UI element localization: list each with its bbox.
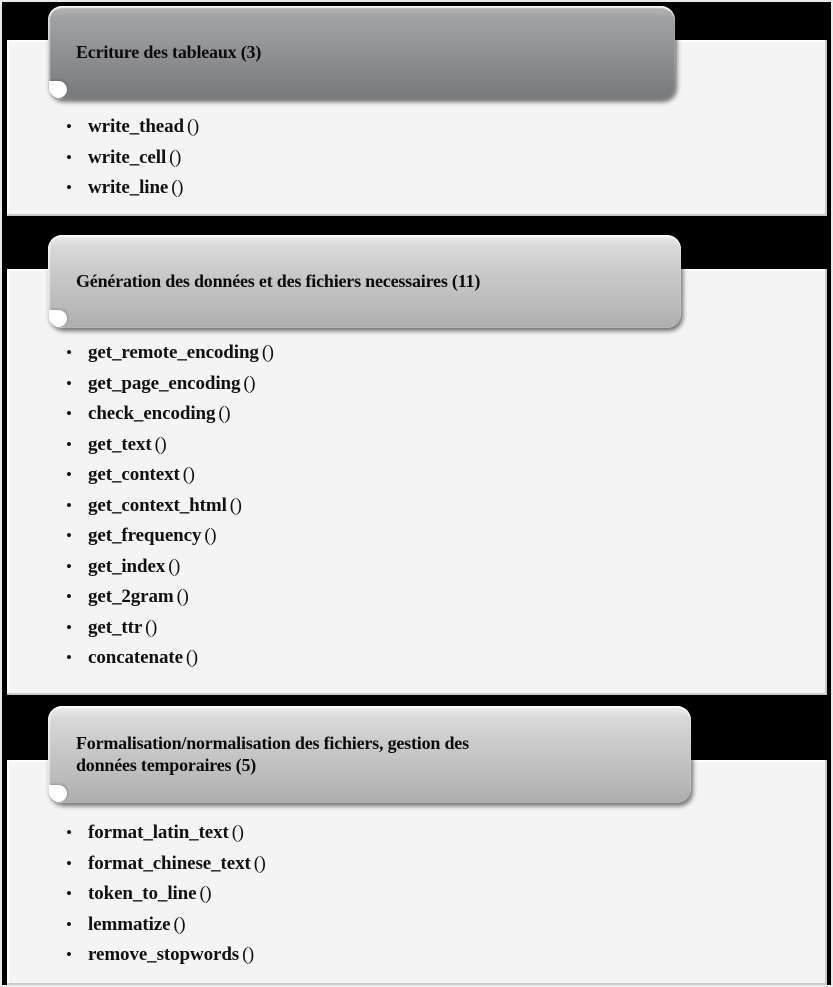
bullet-icon: •: [66, 945, 72, 964]
function-parens: (): [242, 944, 254, 965]
bullet-icon: •: [66, 556, 72, 576]
function-parens: (): [173, 913, 186, 935]
function-name: format_latin_text: [88, 822, 229, 843]
function-list-item: • get_2gram(): [66, 582, 273, 613]
function-name: get_text: [88, 433, 152, 455]
bullet-icon: •: [66, 465, 72, 484]
function-name: get_page_encoding: [88, 372, 241, 394]
function-list-item: • format_latin_text(): [66, 818, 265, 849]
bullet-icon: •: [66, 914, 72, 934]
slide-canvas: Ecriture des tableaux (3) • write_thead()…: [0, 0, 833, 987]
function-parens: (): [261, 342, 274, 363]
function-parens: (): [169, 146, 181, 168]
function-list-item: • get_text(): [66, 430, 273, 461]
function-parens: (): [182, 464, 195, 485]
function-list-item: • write_line(): [66, 173, 199, 204]
function-name: format_chinese_text: [88, 852, 251, 874]
function-name: write_line: [88, 177, 169, 198]
function-parens: (): [229, 494, 242, 516]
panel-header-badge[interactable]: Formalisation/normalisation des fichiers…: [48, 706, 691, 803]
function-list-item: • get_context(): [66, 460, 273, 491]
panel-header-badge[interactable]: Ecriture des tableaux (3): [48, 6, 675, 99]
function-list-item: • concatenate(): [66, 643, 273, 674]
bullet-icon: •: [66, 343, 72, 362]
function-list-item: • check_encoding(): [66, 399, 273, 430]
function-list-item: • write_thead(): [66, 112, 199, 143]
function-parens: (): [154, 433, 167, 455]
bullet-icon: •: [66, 648, 72, 667]
panel-title: Génération des données et des fichiers n…: [76, 270, 481, 291]
function-list-item: • token_to_line(): [66, 879, 265, 910]
function-name: write_thead: [88, 116, 184, 137]
function-name: get_ttr: [88, 616, 143, 638]
bullet-icon: •: [66, 884, 72, 903]
function-name: get_2gram: [88, 586, 174, 607]
function-list: • format_latin_text() • format_chinese_text…: [66, 818, 266, 971]
function-list-item: • remove_stopwords(): [66, 940, 265, 971]
function-name: write_cell: [88, 146, 167, 168]
function-parens: (): [253, 852, 266, 874]
function-parens: (): [185, 647, 198, 668]
bullet-icon: •: [66, 587, 72, 606]
function-list-item: • get_context_html(): [66, 491, 273, 522]
function-name: check_encoding: [88, 403, 216, 424]
function-name: get_context_html: [88, 494, 227, 516]
function-list-item: • get_index(): [66, 552, 273, 583]
function-list: • get_remote_encoding() • get_page_encoding…: [66, 338, 274, 674]
function-name: get_index: [88, 555, 166, 577]
function-name: remove_stopwords: [88, 944, 240, 965]
function-parens: (): [231, 822, 244, 843]
function-list-item: • get_remote_encoding(): [66, 338, 274, 369]
function-name: get_frequency: [88, 525, 202, 546]
bullet-icon: •: [66, 373, 72, 393]
function-parens: (): [171, 177, 183, 198]
bullet-icon: •: [66, 823, 72, 842]
bullet-icon: •: [66, 617, 72, 637]
bullet-icon: •: [66, 495, 72, 515]
function-name: lemmatize: [88, 913, 171, 935]
function-parens: (): [187, 116, 199, 137]
bullet-icon: •: [66, 178, 72, 197]
function-parens: (): [218, 403, 231, 424]
bullet-icon: •: [66, 117, 72, 136]
function-parens: (): [204, 525, 217, 546]
function-parens: (): [168, 555, 180, 577]
function-parens: (): [243, 372, 256, 394]
function-list-item: • format_chinese_text(): [66, 849, 266, 880]
function-name: token_to_line: [88, 883, 197, 904]
function-list-item: • write_cell(): [66, 143, 199, 174]
bullet-icon: •: [66, 404, 72, 423]
function-list-item: • get_page_encoding(): [66, 369, 273, 400]
function-list-item: • lemmatize(): [66, 910, 265, 941]
function-name: get_remote_encoding: [88, 342, 259, 363]
function-parens: (): [145, 616, 157, 638]
function-name: get_context: [88, 464, 180, 485]
function-list-item: • get_ttr(): [66, 613, 273, 644]
function-name: concatenate: [88, 647, 183, 668]
bullet-icon: •: [66, 853, 72, 873]
function-parens: (): [199, 883, 212, 904]
bullet-icon: •: [66, 526, 72, 545]
panel-title: Formalisation/normalisation des fichiers…: [76, 732, 469, 775]
panel-header-badge[interactable]: Génération des données et des fichiers n…: [48, 235, 681, 328]
bullet-icon: •: [66, 147, 72, 167]
function-parens: (): [176, 586, 189, 607]
panel-title: Ecriture des tableaux (3): [76, 41, 262, 62]
function-list-item: • get_frequency(): [66, 521, 273, 552]
function-list: • write_thead() • write_cell() • write_line(): [66, 112, 199, 204]
bullet-icon: •: [66, 434, 72, 454]
